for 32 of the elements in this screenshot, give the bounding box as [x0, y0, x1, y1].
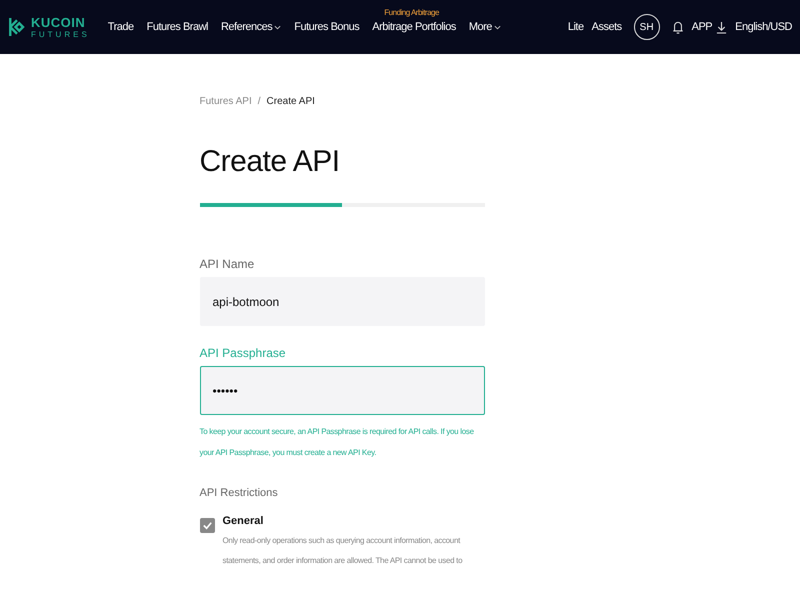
restriction-title: General	[222, 515, 264, 527]
lite-link[interactable]: Lite	[568, 21, 584, 33]
nav-link[interactable]: Futures Brawl	[146, 21, 208, 33]
input-field[interactable]: api-botmoon	[200, 277, 484, 326]
field-label: API Passphrase	[200, 346, 287, 360]
nav-link[interactable]: References	[220, 21, 282, 33]
logo-icon[interactable]	[8, 16, 26, 38]
logo-subtitle: FUTURES	[31, 30, 90, 38]
input-field[interactable]: ••••••	[200, 366, 484, 415]
app-download-link[interactable]: APP	[692, 20, 728, 34]
breadcrumb-separator: /	[258, 96, 261, 107]
download-icon	[716, 20, 728, 34]
caret-icon	[274, 24, 282, 30]
checkmark-icon	[202, 520, 212, 531]
bell-icon[interactable]	[672, 20, 684, 34]
nav-link[interactable]: Trade	[108, 21, 134, 33]
nav-link[interactable]: More	[468, 21, 501, 33]
breadcrumb-link[interactable]: Create API	[266, 96, 315, 107]
checkbox[interactable]	[200, 518, 214, 533]
nav-link[interactable]: Futures Bonus	[294, 21, 360, 33]
logo-wordmark: KUCOIN	[31, 16, 86, 28]
restrictions-label: API Restrictions	[200, 487, 279, 499]
assets-link[interactable]: Assets	[592, 21, 622, 33]
breadcrumb-link[interactable]: Futures API	[200, 96, 252, 107]
passphrase-hint: To keep your account secure, an API Passphrase is required for API calls. If you lose your API Passphrase, you must create a new API Key.	[200, 426, 475, 459]
language-currency-link[interactable]: English/USD	[735, 21, 792, 33]
caret-icon	[494, 24, 501, 30]
nav-badge-label: Funding Arbitrage	[384, 8, 439, 17]
field-label: API Name	[200, 257, 256, 271]
user-avatar[interactable]: SH	[634, 14, 660, 40]
restriction-description: Only read-only operations such as querying account information, account statements, and order information are allowed. The API cannot be used to	[222, 535, 464, 567]
page-title: Create API	[200, 145, 341, 179]
